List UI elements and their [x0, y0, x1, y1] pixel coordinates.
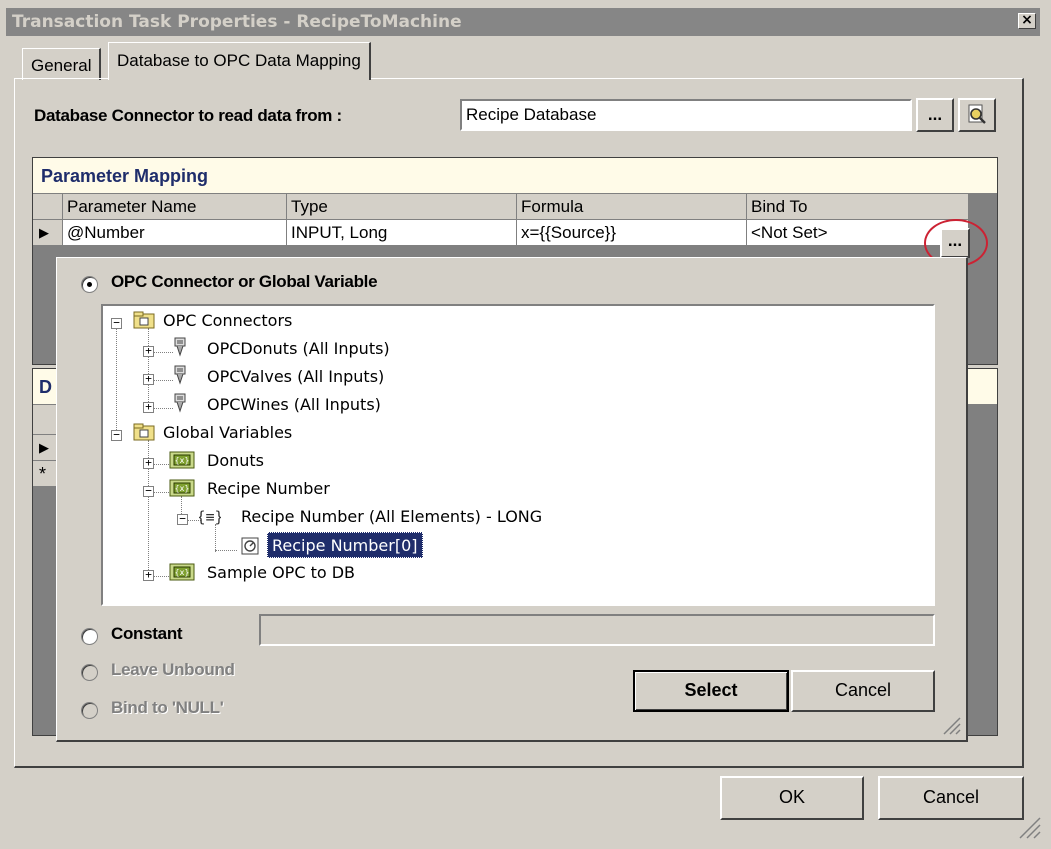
tree-item-opc-valves[interactable]: OPCValves (All Inputs) — [207, 364, 384, 390]
collapse-icon[interactable]: − — [111, 429, 122, 441]
close-icon[interactable]: × — [1018, 13, 1036, 29]
collapse-icon[interactable]: − — [177, 513, 188, 525]
expand-icon[interactable]: + — [143, 401, 154, 413]
collapse-icon[interactable]: − — [111, 317, 122, 329]
bind-to-popup: OPC Connector or Global Variable − OPC C… — [56, 257, 968, 742]
tree-item-opc-donuts[interactable]: OPCDonuts (All Inputs) — [207, 336, 390, 362]
element-icon — [241, 537, 259, 555]
tab-general[interactable]: General — [22, 48, 102, 80]
expand-icon[interactable]: + — [143, 373, 154, 385]
radio-opc-connector[interactable] — [81, 276, 98, 293]
dialog-window: Transaction Task Properties - RecipeToMa… — [0, 0, 1051, 849]
row-header-corner — [33, 194, 63, 220]
data-mapping-title: D — [39, 377, 52, 397]
column-header-parameter-name[interactable]: Parameter Name — [63, 194, 287, 220]
expand-icon[interactable]: + — [143, 569, 154, 581]
cell-formula[interactable]: x={{Source}} — [517, 220, 747, 246]
db-browse-button[interactable]: ... — [916, 98, 954, 132]
column-header-bind-to[interactable]: Bind To — [747, 194, 969, 220]
svg-text:{x}: {x} — [175, 484, 190, 493]
tree-item-recipe-number-all-elements[interactable]: Recipe Number (All Elements) - LONG — [241, 504, 542, 530]
db-search-button[interactable] — [958, 98, 996, 132]
array-icon: {≡} — [199, 508, 221, 526]
svg-text:{x}: {x} — [175, 568, 190, 577]
expand-icon[interactable]: + — [143, 457, 154, 469]
tree-item-recipe-number[interactable]: Recipe Number — [207, 476, 330, 502]
opc-connector-icon — [174, 337, 186, 357]
radio-constant[interactable] — [81, 628, 98, 645]
radio-leave-unbound-label[interactable]: Leave Unbound — [111, 660, 235, 680]
radio-bind-null-label[interactable]: Bind to 'NULL' — [111, 698, 224, 718]
global-variable-icon: {x} — [169, 451, 195, 469]
column-header-type[interactable]: Type — [287, 194, 517, 220]
global-variable-icon: {x} — [169, 479, 195, 497]
select-button[interactable]: Select — [633, 670, 789, 712]
svg-text:{≡}: {≡} — [199, 508, 221, 526]
opc-connector-icon — [174, 365, 186, 385]
radio-constant-label[interactable]: Constant — [111, 624, 183, 644]
expand-icon[interactable]: + — [143, 345, 154, 357]
tree-item-sample-opc-to-db[interactable]: Sample OPC to DB — [207, 560, 355, 586]
tree-item-global-variables[interactable]: Global Variables — [163, 420, 292, 446]
ok-button[interactable]: OK — [720, 776, 864, 820]
db-connector-label: Database Connector to read data from : — [34, 106, 342, 125]
variable-tree[interactable]: − OPC Connectors + OPCDonuts (All Inputs… — [101, 304, 935, 606]
cell-type[interactable]: INPUT, Long — [287, 220, 517, 246]
global-variable-icon: {x} — [169, 563, 195, 581]
radio-bind-null[interactable] — [81, 702, 98, 719]
row-selector-arrow[interactable]: ▶ — [33, 220, 63, 246]
radio-opc-connector-label[interactable]: OPC Connector or Global Variable — [111, 272, 378, 292]
opc-connector-icon — [174, 393, 186, 413]
cell-parameter-name[interactable]: @Number — [63, 220, 287, 246]
db-connector-field[interactable]: Recipe Database — [460, 99, 912, 131]
folder-icon — [133, 311, 155, 329]
column-header-formula[interactable]: Formula — [517, 194, 747, 220]
tab-database-to-opc-mapping[interactable]: Database to OPC Data Mapping — [108, 42, 371, 80]
dialog-cancel-button[interactable]: Cancel — [878, 776, 1024, 820]
window-title: Transaction Task Properties - RecipeToMa… — [12, 12, 462, 32]
parameter-mapping-title: Parameter Mapping — [41, 166, 209, 186]
title-bar: Transaction Task Properties - RecipeToMa… — [6, 8, 1040, 36]
resize-grip-icon[interactable] — [940, 714, 962, 736]
dialog-resize-grip-icon[interactable] — [1016, 814, 1042, 840]
search-icon — [968, 104, 986, 124]
radio-selected-dot — [87, 282, 92, 287]
svg-text:{x}: {x} — [175, 456, 190, 465]
collapse-icon[interactable]: − — [143, 485, 154, 497]
tree-item-opc-wines[interactable]: OPCWines (All Inputs) — [207, 392, 381, 418]
tree-item-recipe-number-0-selected[interactable]: Recipe Number[0] — [267, 532, 423, 558]
radio-leave-unbound[interactable] — [81, 664, 98, 681]
popup-cancel-button[interactable]: Cancel — [791, 670, 935, 712]
tree-item-opc-connectors[interactable]: OPC Connectors — [163, 308, 292, 334]
folder-icon — [133, 423, 155, 441]
parameter-mapping-header: Parameter Mapping — [33, 158, 997, 194]
constant-value-field[interactable] — [259, 614, 935, 646]
tree-item-donuts[interactable]: Donuts — [207, 448, 264, 474]
